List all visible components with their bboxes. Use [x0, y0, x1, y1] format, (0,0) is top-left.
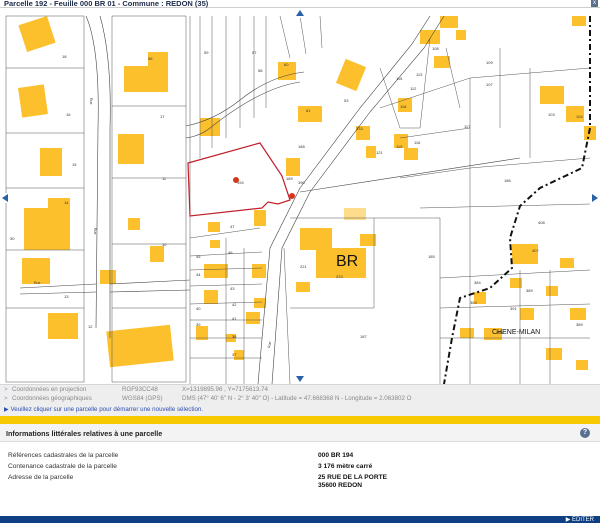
svg-text:59: 59: [204, 50, 209, 55]
svg-text:133: 133: [356, 126, 363, 131]
svg-text:18: 18: [62, 54, 67, 59]
svg-text:223: 223: [336, 274, 343, 279]
svg-text:10: 10: [162, 242, 167, 247]
footer-bar: ▶ ÉDITER: [0, 516, 600, 523]
svg-text:42: 42: [232, 302, 237, 307]
svg-text:30: 30: [10, 236, 15, 241]
parcel-address-value: 25 RUE DE LA PORTE: [318, 474, 388, 481]
geographic-coords-row: > Coordonnées géographiques WGS84 (GPS) …: [4, 395, 412, 402]
svg-text:384: 384: [474, 280, 481, 285]
svg-text:46: 46: [228, 250, 233, 255]
svg-text:185: 185: [428, 254, 435, 259]
chevron-right-icon: >: [4, 386, 8, 393]
section-label: BR: [336, 253, 358, 270]
svg-text:61: 61: [306, 108, 311, 113]
parcel-address-city: 35600 REDON: [318, 482, 362, 489]
window-title: Parcelle 192 - Feuille 000 BR 01 - Commu…: [4, 0, 209, 8]
parcel-ref-value: 000 BR 194: [318, 452, 354, 459]
svg-text:194: 194: [237, 180, 244, 185]
parcel-ref-label: Références cadastrales de la parcelle: [8, 452, 119, 459]
svg-text:16: 16: [66, 112, 71, 117]
svg-text:115: 115: [396, 76, 403, 81]
svg-text:11: 11: [162, 176, 167, 181]
coordinates-panel: > Coordonnées en projection RGF93CC48 X=…: [0, 384, 600, 416]
svg-text:44: 44: [196, 272, 201, 277]
projection-coords-row: > Coordonnées en projection RGF93CC48 X=…: [4, 386, 268, 393]
svg-text:107: 107: [486, 82, 493, 87]
chevron-right-icon: >: [4, 395, 8, 402]
svg-text:12: 12: [88, 324, 93, 329]
svg-text:121: 121: [376, 150, 383, 155]
info-panel-body: Références cadastrales de la parcelle 00…: [0, 442, 600, 516]
svg-text:398: 398: [496, 330, 503, 335]
svg-text:391: 391: [510, 306, 517, 311]
svg-text:15: 15: [72, 162, 77, 167]
svg-text:408: 408: [538, 220, 545, 225]
svg-text:17: 17: [160, 114, 165, 119]
road-label: Rue: [89, 98, 93, 104]
svg-text:57: 57: [252, 50, 257, 55]
svg-text:47: 47: [230, 224, 235, 229]
svg-text:112: 112: [410, 86, 417, 91]
arrow-right-icon[interactable]: [590, 193, 600, 203]
selection-marker: [289, 193, 295, 199]
svg-text:39: 39: [196, 322, 201, 327]
cadastral-map[interactable]: BR CHENE-MILAN 194 188 189 190 47 46 43 42 41 …: [0, 8, 600, 384]
svg-text:14: 14: [64, 200, 69, 205]
svg-text:188: 188: [298, 144, 305, 149]
svg-text:13: 13: [64, 294, 69, 299]
roads-layer: [19, 15, 521, 384]
svg-text:389: 389: [526, 288, 533, 293]
svg-text:116: 116: [414, 140, 421, 145]
svg-text:104: 104: [576, 114, 583, 119]
parcel-area-label: Contenance cadastrale de la parcelle: [8, 463, 117, 470]
arrow-up-icon[interactable]: [295, 8, 305, 18]
svg-text:190: 190: [298, 180, 305, 185]
cadastre-app: Parcelle 192 - Feuille 000 BR 01 - Commu…: [0, 0, 600, 523]
road-label: Rue: [267, 341, 272, 348]
svg-text:221: 221: [300, 264, 307, 269]
buildings-layer: [18, 16, 596, 370]
svg-text:187: 187: [360, 334, 367, 339]
info-panel-header: Informations littérales relatives à une …: [0, 424, 600, 442]
svg-text:118: 118: [400, 104, 407, 109]
edit-button[interactable]: ▶ ÉDITER: [566, 516, 594, 523]
road-label: Rue: [93, 228, 97, 234]
svg-text:113: 113: [416, 72, 423, 77]
svg-text:41: 41: [232, 316, 237, 321]
parcel-address-label: Adresse de la parcelle: [8, 474, 74, 481]
help-icon[interactable]: ?: [580, 428, 590, 438]
svg-text:43: 43: [230, 286, 235, 291]
svg-text:58: 58: [258, 68, 263, 73]
svg-text:383: 383: [470, 300, 477, 305]
svg-text:189: 189: [286, 176, 293, 181]
road-label: Rue: [34, 281, 40, 285]
svg-text:37: 37: [232, 352, 237, 357]
svg-text:119: 119: [396, 144, 403, 149]
svg-text:389: 389: [576, 322, 583, 327]
title-bar: Parcelle 192 - Feuille 000 BR 01 - Commu…: [0, 0, 600, 8]
svg-text:60: 60: [284, 62, 289, 67]
svg-text:117: 117: [464, 124, 471, 129]
svg-text:53: 53: [344, 98, 349, 103]
parcel-area-value: 3 176 mètre carré: [318, 463, 373, 470]
map-canvas[interactable]: BR CHENE-MILAN 194188189 1904746 434241 …: [0, 8, 600, 384]
info-panel-title: Informations littérales relatives à une …: [6, 429, 163, 438]
svg-text:103: 103: [548, 112, 555, 117]
svg-text:109: 109: [486, 60, 493, 65]
svg-text:108: 108: [432, 46, 439, 51]
svg-text:38: 38: [232, 334, 237, 339]
svg-text:407: 407: [532, 248, 539, 253]
arrow-left-icon[interactable]: [0, 193, 10, 203]
svg-text:40: 40: [196, 306, 201, 311]
svg-text:56: 56: [148, 56, 153, 61]
svg-text:186: 186: [504, 178, 511, 183]
close-icon[interactable]: x: [591, 0, 598, 7]
svg-text:45: 45: [196, 254, 201, 259]
arrow-down-icon[interactable]: [295, 374, 305, 384]
selection-hint: ▶ Veuillez cliquer sur une parcelle pour…: [4, 406, 204, 413]
divider-bar: [0, 416, 600, 424]
